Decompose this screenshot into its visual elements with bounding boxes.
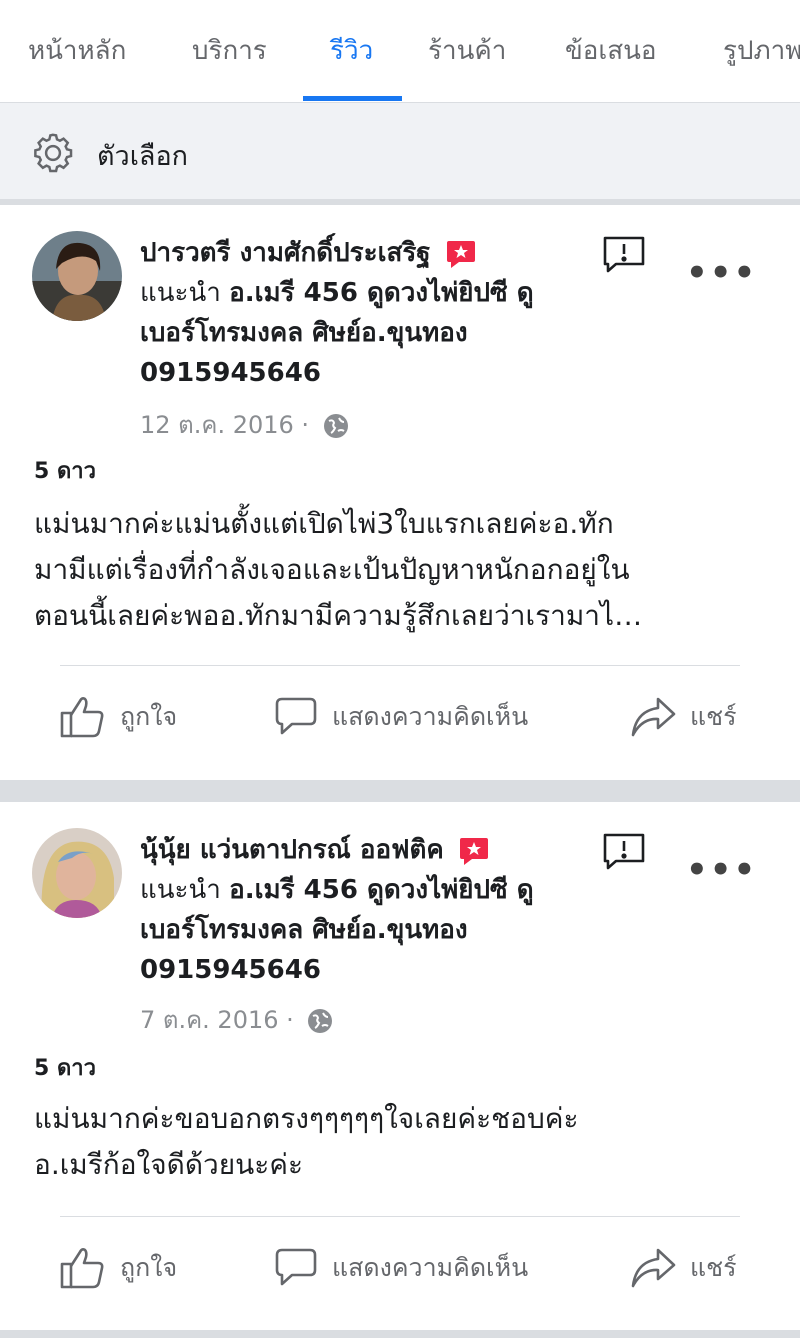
more-options-icon[interactable]: ••• [686, 850, 757, 890]
globe-icon [323, 414, 348, 438]
reviewer-name[interactable]: ปารวตรี งามศักดิ์ประเสริฐ [140, 238, 431, 268]
more-options-icon[interactable]: ••• [686, 253, 757, 293]
page-name-line[interactable]: เบอร์โทรมงคล ศิษย์อ.ขุนทอง [140, 910, 590, 950]
tab-services[interactable]: บริการ [192, 30, 267, 71]
page-name-line[interactable]: 0915945646 [140, 353, 590, 393]
page-tab-bar: หน้าหลัก บริการ รีวิว ร้านค้า ข้อเสนอ รู… [0, 0, 800, 103]
section-divider [0, 1330, 800, 1338]
report-icon[interactable] [602, 832, 646, 872]
active-tab-indicator [303, 96, 402, 101]
review-card: ปารวตรี งามศักดิ์ประเสริฐ แนะนำ อ.เมรี 4… [0, 205, 800, 780]
tab-home[interactable]: หน้าหลัก [28, 30, 126, 71]
comment-button[interactable]: แสดงความคิดเห็น [274, 1246, 528, 1290]
like-button[interactable]: ถูกใจ [60, 1246, 177, 1290]
review-header: นุ้นุ้ย แว่นตาปกรณ์ ออฟติค แนะนำ อ.เมรี … [140, 830, 590, 990]
recommends-word: แนะนำ [140, 278, 221, 308]
rating-label: 5 ดาว [34, 459, 96, 484]
report-icon[interactable] [602, 235, 646, 275]
post-date: 12 ต.ค. 2016 · [140, 405, 349, 444]
review-text[interactable]: แม่นมากค่ะแม่นตั้งแต่เปิดไพ่3ใบแรกเลยค่ะ… [34, 501, 774, 639]
reviewer-name[interactable]: นุ้นุ้ย แว่นตาปกรณ์ ออฟติค [140, 835, 444, 865]
divider [60, 665, 740, 666]
section-divider [0, 780, 800, 802]
review-text-line: ตอนนี้เลยค่ะพออ.ทักมามีความรู้สึกเลยว่าเ… [34, 599, 643, 632]
tab-shop[interactable]: ร้านค้า [428, 30, 506, 71]
avatar[interactable] [32, 828, 122, 918]
options-bar[interactable]: ตัวเลือก [0, 103, 800, 199]
review-text-line: แม่นมากค่ะขอบอกตรงๆๆๆๆๆใจเลยค่ะชอบค่ะ [34, 1102, 579, 1135]
share-icon [631, 1248, 676, 1288]
post-date: 7 ต.ค. 2016 · [140, 1000, 333, 1039]
comment-icon [275, 697, 317, 735]
review-text-line: อ.เมรีก้อใจดีด้วยนะค่ะ [34, 1148, 304, 1181]
like-label: ถูกใจ [120, 1253, 178, 1282]
recommends-word: แนะนำ [140, 875, 221, 905]
tab-offers[interactable]: ข้อเสนอ [565, 30, 657, 71]
date-text: 12 ต.ค. 2016 · [140, 411, 310, 439]
comment-button[interactable]: แสดงความคิดเห็น [274, 695, 528, 739]
share-label: แชร์ [690, 1253, 737, 1282]
review-text[interactable]: แม่นมากค่ะขอบอกตรงๆๆๆๆๆใจเลยค่ะชอบค่ะ อ.… [34, 1096, 774, 1188]
like-icon [60, 697, 104, 738]
gear-icon [34, 133, 73, 173]
comment-label: แสดงความคิดเห็น [332, 1253, 529, 1282]
review-text-line: แม่นมากค่ะแม่นตั้งแต่เปิดไพ่3ใบแรกเลยค่ะ… [34, 507, 614, 540]
share-icon [631, 697, 676, 737]
like-button[interactable]: ถูกใจ [60, 695, 177, 739]
date-text: 7 ต.ค. 2016 · [140, 1006, 294, 1034]
divider [60, 1216, 740, 1217]
page-name-line[interactable]: อ.เมรี 456 ดูดวงไพ่ยิปซี ดู [229, 278, 533, 308]
page-name-line[interactable]: 0915945646 [140, 950, 590, 990]
review-card: นุ้นุ้ย แว่นตาปกรณ์ ออฟติค แนะนำ อ.เมรี … [0, 802, 800, 1330]
comment-icon [275, 1248, 317, 1286]
tab-reviews[interactable]: รีวิว [330, 30, 373, 71]
share-label: แชร์ [690, 702, 737, 731]
share-button[interactable]: แชร์ [630, 695, 737, 739]
rating-label: 5 ดาว [34, 1056, 96, 1081]
recommend-star-icon [460, 837, 489, 865]
page-name-line[interactable]: เบอร์โทรมงคล ศิษย์อ.ขุนทอง [140, 313, 590, 353]
options-label: ตัวเลือก [97, 141, 189, 172]
review-text-line: มามีแต่เรื่องที่กำลังเจอและเป้นปัญหาหนัก… [34, 553, 630, 586]
comment-label: แสดงความคิดเห็น [332, 702, 529, 731]
review-header: ปารวตรี งามศักดิ์ประเสริฐ แนะนำ อ.เมรี 4… [140, 233, 590, 393]
tab-photos[interactable]: รูปภาพ [723, 30, 800, 71]
share-button[interactable]: แชร์ [630, 1246, 737, 1290]
like-icon [60, 1248, 104, 1289]
avatar[interactable] [32, 231, 122, 321]
page-name-line[interactable]: อ.เมรี 456 ดูดวงไพ่ยิปซี ดู [229, 875, 533, 905]
like-label: ถูกใจ [120, 702, 178, 731]
recommend-star-icon [446, 240, 475, 268]
globe-icon [308, 1009, 333, 1033]
